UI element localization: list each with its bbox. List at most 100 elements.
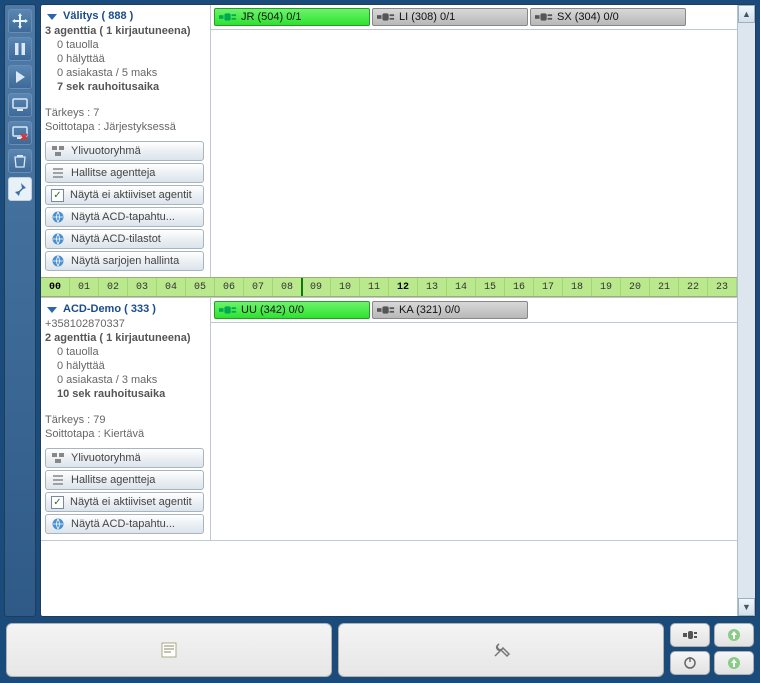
up-arrow-button-2[interactable] — [714, 651, 754, 675]
timeline-hour[interactable]: 11 — [360, 278, 389, 296]
show-acd-stats-button[interactable]: Näytä ACD-tilastot — [45, 229, 204, 249]
group-block-acd-demo: ACD-Demo ( 333 ) +358102870337 2 agentti… — [41, 298, 737, 541]
agent-row: UU (342) 0/0 KA (321) 0/0 — [211, 298, 737, 322]
timeline-hour[interactable]: 02 — [99, 278, 128, 296]
button-label: Ylivuotoryhmä — [71, 145, 141, 157]
monitor-button[interactable] — [8, 93, 32, 117]
overflow-group-button[interactable]: Ylivuotoryhmä — [45, 141, 204, 161]
button-label: Näytä ei aktiiviset agentit — [70, 189, 192, 201]
show-series-mgmt-button[interactable]: Näytä sarjojen hallinta — [45, 251, 204, 271]
stat-customers: 0 asiakasta / 5 maks — [45, 67, 204, 79]
group-title: ACD-Demo ( 333 ) — [63, 303, 156, 315]
group-block-valitys: Välitys ( 888 ) 3 agenttia ( 1 kirjautun… — [41, 5, 737, 298]
agent-chip[interactable]: SX (304) 0/0 — [530, 8, 686, 26]
agent-label: UU (342) 0/0 — [241, 304, 304, 316]
plug-icon — [219, 304, 237, 316]
power-button[interactable] — [670, 651, 710, 675]
stat-cooldown: 7 sek rauhoitusaika — [45, 81, 204, 93]
arrow-up-icon — [726, 655, 742, 671]
play-button[interactable] — [8, 65, 32, 89]
trash-button[interactable] — [8, 149, 32, 173]
meta-priority: Tärkeys : 79 — [45, 414, 204, 426]
button-label: Hallitse agentteja — [71, 167, 155, 179]
scroll-track[interactable] — [738, 23, 755, 598]
timeline-hour[interactable]: 23 — [708, 278, 737, 296]
list-icon — [51, 166, 65, 180]
notes-icon — [160, 641, 178, 659]
timeline-hour[interactable]: 17 — [534, 278, 563, 296]
vertical-scrollbar[interactable]: ▲ ▼ — [737, 5, 755, 616]
timeline-hour[interactable]: 10 — [331, 278, 360, 296]
pin-button[interactable] — [8, 177, 32, 201]
meta-callmode: Soittotapa : Kiertävä — [45, 428, 204, 440]
pause-button[interactable] — [8, 37, 32, 61]
timeline-hour[interactable]: 20 — [621, 278, 650, 296]
stat-customers: 0 asiakasta / 3 maks — [45, 374, 204, 386]
timeline-hour[interactable]: 14 — [447, 278, 476, 296]
timeline-hour[interactable]: 22 — [679, 278, 708, 296]
timeline-hour[interactable]: 21 — [650, 278, 679, 296]
agent-chip[interactable]: JR (504) 0/1 — [214, 8, 370, 26]
overflow-group-button[interactable]: Ylivuotoryhmä — [45, 448, 204, 468]
agent-chip[interactable]: KA (321) 0/0 — [372, 301, 528, 319]
show-inactive-checkbox[interactable]: ✓ Näytä ei aktiiviset agentit — [45, 185, 204, 205]
collapse-icon[interactable] — [45, 302, 59, 316]
agent-count: 2 agenttia ( 1 kirjautuneena) — [45, 332, 204, 344]
monitor-remove-button[interactable] — [8, 121, 32, 145]
button-label: Ylivuotoryhmä — [71, 452, 141, 464]
group-title: Välitys ( 888 ) — [63, 10, 133, 22]
plug-button[interactable] — [670, 623, 710, 647]
group-sidebar: Välitys ( 888 ) 3 agenttia ( 1 kirjautun… — [41, 5, 211, 277]
move-button[interactable] — [8, 9, 32, 33]
stat-paused: 0 tauolla — [45, 346, 204, 358]
agent-chip[interactable]: LI (308) 0/1 — [372, 8, 528, 26]
globe-icon — [51, 210, 65, 224]
tools-pane[interactable] — [338, 623, 664, 677]
timeline-hour[interactable]: 16 — [505, 278, 534, 296]
timeline-hour[interactable]: 04 — [157, 278, 186, 296]
agent-label: LI (308) 0/1 — [399, 11, 455, 23]
timeline-hour[interactable]: 18 — [563, 278, 592, 296]
timeline-hour[interactable]: 07 — [244, 278, 273, 296]
timeline-hour[interactable]: 05 — [186, 278, 215, 296]
agent-label: SX (304) 0/0 — [557, 11, 619, 23]
scroll-down-button[interactable]: ▼ — [738, 598, 755, 616]
timeline-hour[interactable]: 13 — [418, 278, 447, 296]
meta-callmode: Soittotapa : Järjestyksessä — [45, 121, 204, 133]
button-label: Näytä ACD-tapahtu... — [71, 211, 175, 223]
timeline-hour[interactable]: 12 — [389, 278, 418, 296]
agent-chip[interactable]: UU (342) 0/0 — [214, 301, 370, 319]
group-detail-pane — [211, 29, 737, 277]
timeline-hour[interactable]: 00 — [41, 278, 70, 296]
plug-icon — [377, 304, 395, 316]
timeline-hour[interactable]: 09 — [302, 278, 331, 296]
group-sidebar: ACD-Demo ( 333 ) +358102870337 2 agentti… — [41, 298, 211, 540]
button-label: Näytä sarjojen hallinta — [71, 255, 179, 267]
timeline-hour[interactable]: 03 — [128, 278, 157, 296]
globe-icon — [51, 517, 65, 531]
show-acd-events-button[interactable]: Näytä ACD-tapahtu... — [45, 514, 204, 534]
content-scroll: Välitys ( 888 ) 3 agenttia ( 1 kirjautun… — [41, 5, 737, 616]
agent-count: 3 agenttia ( 1 kirjautuneena) — [45, 25, 204, 37]
plug-icon — [219, 11, 237, 23]
show-acd-events-button[interactable]: Näytä ACD-tapahtu... — [45, 207, 204, 227]
scroll-up-button[interactable]: ▲ — [738, 5, 755, 23]
up-arrow-button[interactable] — [714, 623, 754, 647]
timeline-hour[interactable]: 06 — [215, 278, 244, 296]
show-inactive-checkbox[interactable]: ✓ Näytä ei aktiiviset agentit — [45, 492, 204, 512]
manage-agents-button[interactable]: Hallitse agentteja — [45, 163, 204, 183]
main-panel: Välitys ( 888 ) 3 agenttia ( 1 kirjautun… — [40, 4, 756, 617]
globe-icon — [51, 254, 65, 268]
plug-icon — [535, 11, 553, 23]
timeline-hour[interactable]: 01 — [70, 278, 99, 296]
timeline-hour[interactable]: 15 — [476, 278, 505, 296]
checkbox-icon: ✓ — [51, 496, 64, 509]
arrow-up-icon — [726, 627, 742, 643]
timeline-hour[interactable]: 19 — [592, 278, 621, 296]
notes-pane[interactable] — [6, 623, 332, 677]
timeline-hour[interactable]: 08 — [273, 278, 302, 296]
collapse-icon[interactable] — [45, 9, 59, 23]
timeline[interactable]: 0001020304050607080910111213141516171819… — [41, 277, 737, 297]
bottom-bar — [6, 623, 754, 677]
manage-agents-button[interactable]: Hallitse agentteja — [45, 470, 204, 490]
